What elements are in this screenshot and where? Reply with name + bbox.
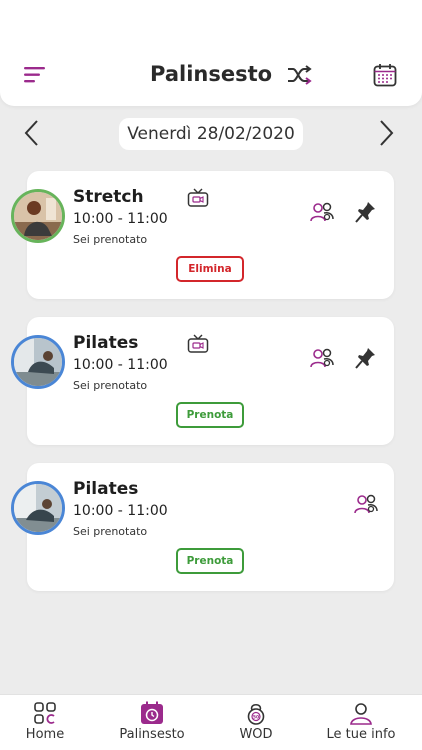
participants-icon: [310, 348, 334, 368]
participants-icon: [354, 494, 378, 514]
class-time: 10:00 - 11:00: [73, 503, 168, 519]
tab-label: Le tue info: [326, 727, 396, 742]
pin-button[interactable]: [355, 346, 377, 370]
shuffle-icon: [288, 65, 312, 85]
user-icon: [350, 703, 372, 725]
booking-status: Sei prenotato: [73, 379, 148, 392]
class-avatar: [11, 189, 65, 243]
tab-label: Home: [25, 727, 65, 742]
calendar-button[interactable]: [370, 60, 400, 90]
shuffle-button[interactable]: [284, 60, 314, 90]
pin-icon: [355, 202, 375, 223]
tab-label: WOD: [239, 727, 273, 742]
kettlebell-icon: 50: [247, 703, 265, 725]
previous-day-button[interactable]: [18, 118, 44, 148]
bottom-tab-bar: Home Palinsesto 50 WOD Le tue info: [0, 694, 422, 750]
class-name: Pilates: [73, 479, 139, 499]
tab-label: Palinsesto: [119, 727, 185, 742]
pin-icon: [355, 348, 375, 369]
tab-home[interactable]: Home: [14, 695, 76, 750]
calendar-icon: [373, 64, 397, 87]
class-card[interactable]: Pilates 10:00 - 11:00 Sei prenotato Pren…: [11, 463, 394, 591]
participants-button[interactable]: [310, 200, 334, 224]
class-time: 10:00 - 11:00: [73, 357, 168, 373]
class-time: 10:00 - 11:00: [73, 211, 168, 227]
next-day-button[interactable]: [374, 118, 400, 148]
book-button[interactable]: Prenota: [176, 548, 244, 574]
chevron-right-icon: [380, 120, 394, 146]
calendar-clock-icon: [141, 701, 163, 724]
online-class-icon: [187, 334, 209, 353]
participants-button[interactable]: [354, 492, 378, 516]
tab-wod[interactable]: 50 WOD: [228, 695, 284, 750]
grid-icon: [34, 702, 56, 724]
svg-text:50: 50: [253, 714, 259, 720]
class-card[interactable]: Pilates 10:00 - 11:00 Sei prenotato Pren…: [11, 317, 394, 445]
class-name: Stretch: [73, 187, 144, 207]
page-title: Palinsesto: [150, 62, 273, 86]
delete-booking-button[interactable]: Elimina: [176, 256, 244, 282]
class-name: Pilates: [73, 333, 139, 353]
tab-user-info[interactable]: Le tue info: [322, 695, 400, 750]
class-card[interactable]: Stretch 10:00 - 11:00 Sei prenotato Elim…: [11, 171, 394, 299]
tab-palinsesto[interactable]: Palinsesto: [112, 695, 192, 750]
date-navigator: Venerdì 28/02/2020: [0, 114, 422, 152]
selected-date[interactable]: Venerdì 28/02/2020: [119, 118, 303, 150]
book-button[interactable]: Prenota: [176, 402, 244, 428]
chevron-left-icon: [24, 120, 38, 146]
menu-icon: [24, 67, 45, 83]
app-header: Palinsesto: [0, 0, 422, 106]
class-avatar: [11, 481, 65, 535]
class-avatar: [11, 335, 65, 389]
booking-status: Sei prenotato: [73, 525, 148, 538]
participants-button[interactable]: [310, 346, 334, 370]
menu-button[interactable]: [20, 60, 50, 90]
pin-button[interactable]: [355, 200, 377, 224]
participants-icon: [310, 202, 334, 222]
online-class-icon: [187, 188, 209, 207]
booking-status: Sei prenotato: [73, 233, 148, 246]
